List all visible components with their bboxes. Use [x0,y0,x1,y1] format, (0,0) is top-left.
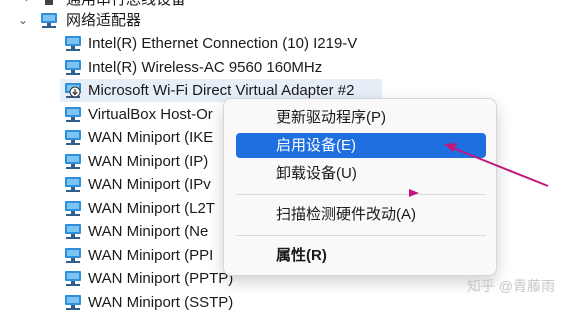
tree-row-device[interactable]: WAN Miniport (SSTP) [60,291,390,314]
menu-separator [236,235,486,236]
category-label: 网络适配器 [66,12,142,29]
menu-item-scan-hardware[interactable]: 扫描检测硬件改动(A) [236,202,486,227]
device-label: WAN Miniport (IKE [88,129,214,146]
network-adapter-icon [64,200,82,216]
network-adapter-icon [64,176,82,192]
tree-row-device[interactable]: Intel(R) Ethernet Connection (10) I219-V [60,32,390,55]
menu-item-properties[interactable]: 属性(R) [236,243,486,268]
network-adapter-icon [40,12,58,28]
menu-item-update-driver[interactable]: 更新驱动程序(P) [236,105,486,130]
network-adapter-icon [64,129,82,145]
device-label: WAN Miniport (PPI [88,246,214,264]
network-adapter-icon [64,223,82,239]
menu-item-enable-device[interactable]: 启用设备(E) [236,133,486,158]
tree-row-device[interactable]: Intel(R) Wireless-AC 9560 160MHz [60,56,390,79]
context-menu: 更新驱动程序(P) 启用设备(E) 卸载设备(U) 扫描检测硬件改动(A) 属性… [223,98,497,276]
device-label: Intel(R) Ethernet Connection (10) I219-V [88,35,358,52]
network-adapter-icon [64,59,82,75]
menu-item-uninstall-device[interactable]: 卸载设备(U) [236,161,486,186]
network-adapter-icon [64,247,82,263]
down-arrow-badge-icon [70,87,80,97]
device-label: WAN Miniport (Ne [88,223,209,240]
network-adapter-icon [64,294,82,310]
device-label: Intel(R) Wireless-AC 9560 160MHz [88,58,323,76]
device-label: WAN Miniport (L2T [88,199,215,217]
tree-category-network-adapters[interactable]: ⌄ 网络适配器 [0,9,300,32]
usb-icon [42,0,60,7]
network-adapter-icon [64,153,82,169]
network-adapter-icon [64,270,82,286]
device-label: WAN Miniport (SSTP) [88,293,234,311]
device-label: WAN Miniport (IP) [88,152,209,170]
network-adapter-icon [64,106,82,122]
menu-separator [236,194,486,195]
watermark: 知乎 @青藤雨 [466,278,555,294]
device-label: WAN Miniport (IPv [88,176,211,193]
chevron-down-icon[interactable]: ⌄ [18,9,28,32]
network-adapter-icon [64,35,82,51]
device-label: WAN Miniport (PPTP) [88,270,234,287]
device-label: VirtualBox Host-Or [88,105,213,123]
